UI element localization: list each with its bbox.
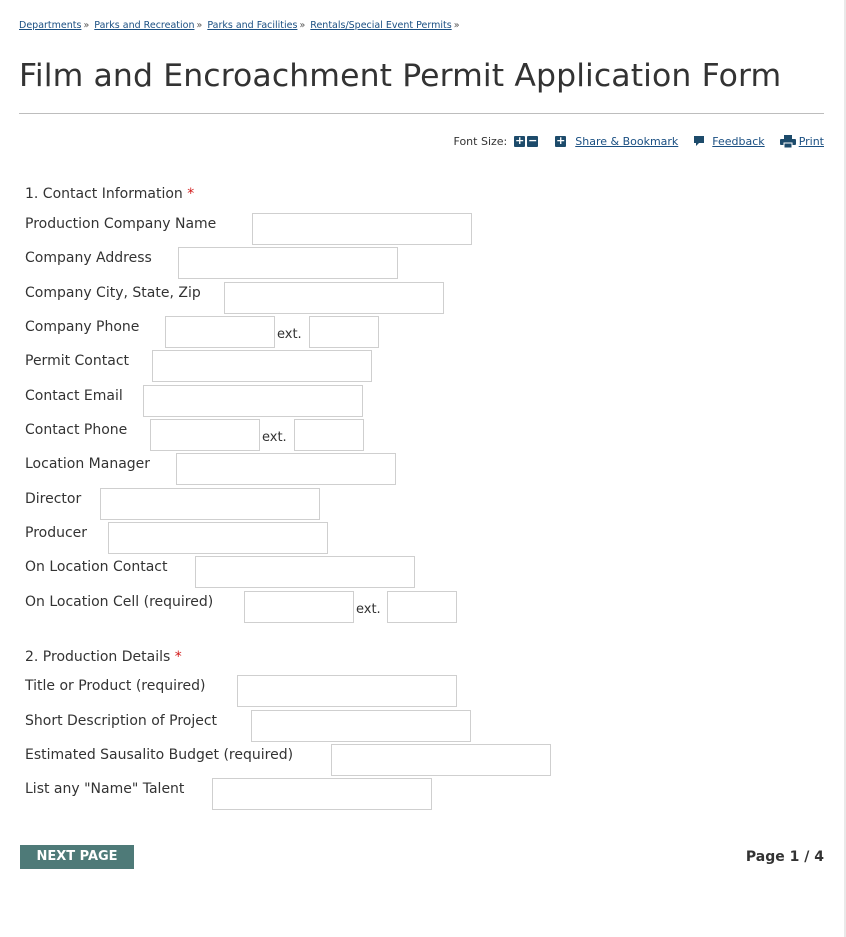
director-label: Director — [25, 491, 82, 507]
section-production-title: 2. Production Details — [25, 649, 171, 665]
company-phone-ext-input[interactable] — [309, 316, 379, 348]
required-asterisk: * — [187, 186, 195, 202]
share-bookmark-link[interactable]: + Share & Bookmark — [555, 135, 678, 148]
breadcrumb-parks-facilities[interactable]: Parks and Facilities — [207, 20, 297, 31]
short-description-label: Short Description of Project — [25, 713, 218, 729]
required-asterisk: * — [174, 649, 182, 665]
feedback-label[interactable]: Feedback — [712, 135, 764, 148]
location-manager-input[interactable] — [176, 453, 396, 485]
budget-input[interactable] — [331, 744, 551, 776]
on-location-cell-ext-input[interactable] — [387, 591, 457, 623]
title-or-product-label: Title or Product (required) — [25, 678, 206, 694]
speech-bubble-icon — [694, 136, 705, 146]
permit-contact-label: Permit Contact — [25, 353, 130, 369]
contact-phone-input[interactable] — [150, 419, 260, 451]
section-contact-title: 1. Contact Information — [25, 186, 183, 202]
page-indicator: Page 1 / 4 — [745, 849, 824, 865]
contact-phone-label: Contact Phone — [25, 422, 128, 438]
printer-icon — [779, 134, 796, 148]
breadcrumb-departments[interactable]: Departments — [19, 20, 81, 31]
producer-label: Producer — [25, 525, 88, 541]
page-title: Film and Encroachment Permit Application… — [19, 58, 782, 94]
title-or-product-input[interactable] — [237, 675, 457, 707]
breadcrumb-rentals-permits[interactable]: Rentals/Special Event Permits — [310, 20, 451, 31]
production-company-name-label: Production Company Name — [25, 216, 217, 232]
on-location-cell-input[interactable] — [244, 591, 354, 623]
font-decrease-icon[interactable]: − — [527, 135, 539, 147]
name-talent-input[interactable] — [212, 778, 432, 810]
section-contact-heading: 1. Contact Information * — [25, 186, 194, 202]
breadcrumb: Departments» Parks and Recreation» Parks… — [19, 20, 462, 31]
title-divider — [19, 113, 824, 114]
director-input[interactable] — [100, 488, 320, 520]
short-description-input[interactable] — [251, 710, 471, 742]
breadcrumb-separator: » — [453, 20, 460, 31]
contact-phone-ext-label: ext. — [262, 430, 287, 445]
print-link[interactable]: Print — [779, 134, 824, 148]
breadcrumb-parks-recreation[interactable]: Parks and Recreation — [94, 20, 194, 31]
next-page-button[interactable]: NEXT PAGE — [20, 845, 134, 869]
print-label[interactable]: Print — [799, 135, 824, 148]
company-address-label: Company Address — [25, 250, 152, 266]
plus-square-icon: + — [555, 133, 567, 147]
contact-phone-ext-input[interactable] — [294, 419, 364, 451]
breadcrumb-separator: » — [299, 20, 306, 31]
name-talent-label: List any "Name" Talent — [25, 781, 185, 797]
producer-input[interactable] — [108, 522, 328, 554]
company-city-label: Company City, State, Zip — [25, 285, 201, 301]
permit-contact-input[interactable] — [152, 350, 372, 382]
company-phone-ext-label: ext. — [277, 327, 302, 342]
on-location-contact-input[interactable] — [195, 556, 415, 588]
on-location-cell-label: On Location Cell (required) — [25, 594, 214, 610]
font-increase-icon[interactable]: + — [514, 135, 526, 147]
contact-email-label: Contact Email — [25, 388, 123, 404]
page-toolbar: Font Size: + − + Share & Bookmark Feedba… — [454, 133, 824, 149]
feedback-link[interactable]: Feedback — [693, 135, 765, 148]
contact-email-input[interactable] — [143, 385, 363, 417]
company-city-input[interactable] — [224, 282, 444, 314]
location-manager-label: Location Manager — [25, 456, 151, 472]
company-address-input[interactable] — [178, 247, 398, 279]
production-company-name-input[interactable] — [252, 213, 472, 245]
on-location-cell-ext-label: ext. — [356, 602, 381, 617]
on-location-contact-label: On Location Contact — [25, 559, 168, 575]
section-production-heading: 2. Production Details * — [25, 649, 182, 665]
budget-label: Estimated Sausalito Budget (required) — [25, 747, 294, 763]
company-phone-input[interactable] — [165, 316, 275, 348]
breadcrumb-separator: » — [196, 20, 203, 31]
share-bookmark-label[interactable]: Share & Bookmark — [575, 135, 678, 148]
breadcrumb-separator: » — [83, 20, 90, 31]
font-size-label: Font Size: — [453, 134, 508, 148]
company-phone-label: Company Phone — [25, 319, 140, 335]
